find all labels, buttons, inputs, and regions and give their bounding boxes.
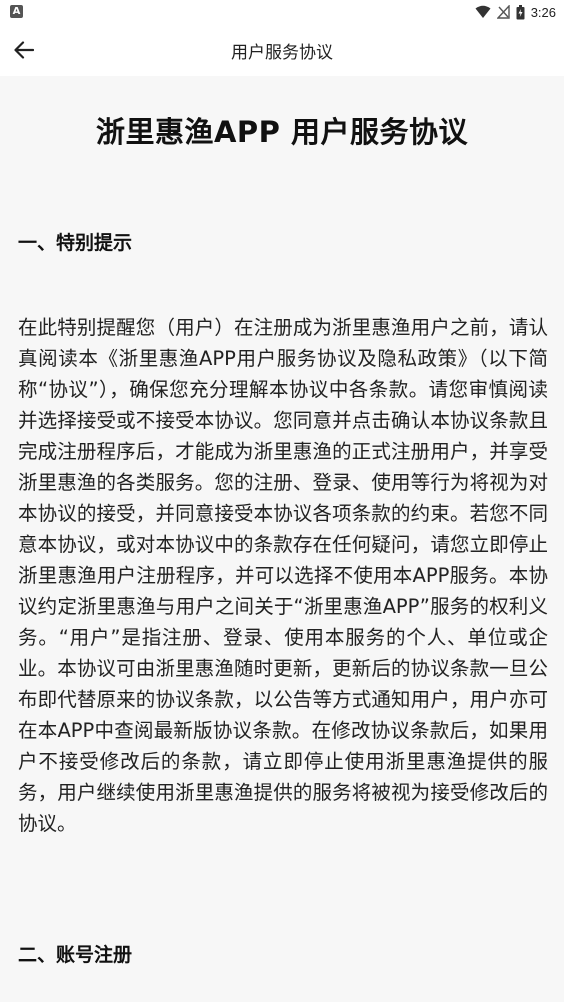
status-bar: A 3:26	[0, 0, 564, 24]
page-title: 用户服务协议	[231, 43, 333, 63]
section-heading-account-registration: 二、账号注册	[18, 944, 133, 966]
signal-icon	[496, 5, 510, 19]
app-bar: 用户服务协议	[0, 24, 564, 76]
wifi-icon	[475, 5, 491, 18]
document-title: 浙里惠渔APP 用户服务协议	[95, 115, 469, 149]
status-icons: 3:26	[475, 3, 556, 21]
notification-badge-icon: A	[10, 5, 23, 18]
status-time: 3:26	[530, 4, 556, 20]
section-body-special-notice: 在此特别提醒您（用户）在注册成为浙里惠渔用户之前，请认真阅读本《浙里惠渔APP用…	[18, 316, 548, 835]
section-heading-special-notice: 一、特别提示	[18, 232, 133, 254]
agreement-content[interactable]: 浙里惠渔APP 用户服务协议 一、特别提示 在此特别提醒您（用户）在注册成为浙里…	[0, 76, 564, 1002]
battery-icon	[516, 4, 525, 19]
